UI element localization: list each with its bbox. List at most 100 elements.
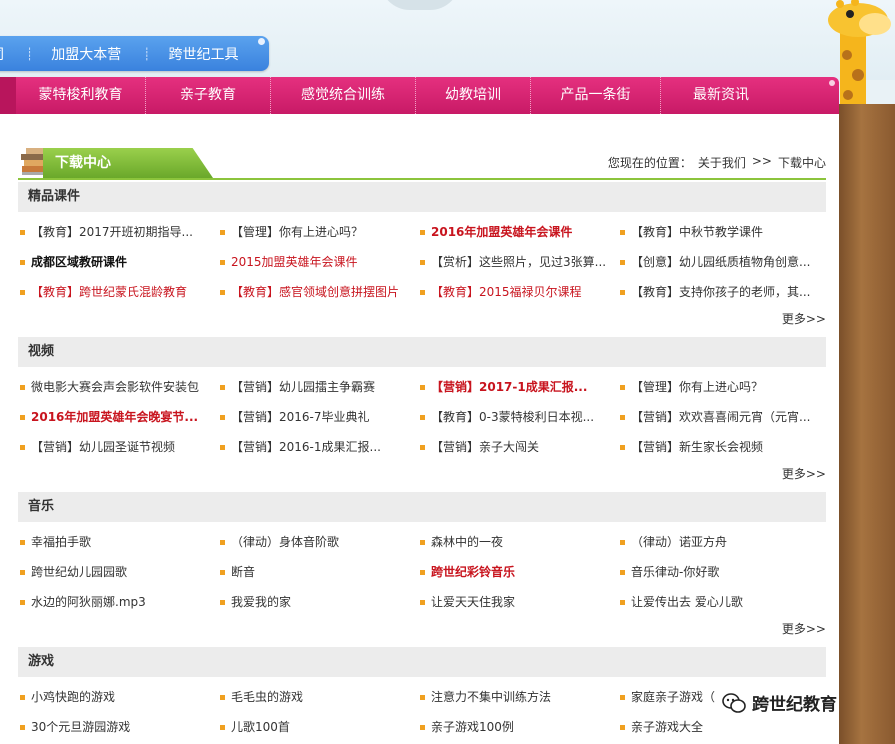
- list-item[interactable]: 跨世纪幼儿园园歌: [18, 557, 218, 587]
- list-item[interactable]: 【营销】欢欢喜喜闹元宵（元宵...: [618, 402, 826, 432]
- list-item-label: 【营销】幼儿园擂主争霸赛: [231, 380, 376, 394]
- top-nav-item-tools[interactable]: 跨世纪工具: [168, 44, 260, 64]
- list-item[interactable]: 断音: [218, 557, 418, 587]
- list-item[interactable]: 毛毛虫的游戏: [218, 682, 418, 712]
- main-nav-item-training[interactable]: 幼教培训: [416, 77, 531, 114]
- list-item-label: 【营销】新生家长会视频: [631, 440, 764, 454]
- list-item[interactable]: 【创意】幼儿园纸质植物角创意...: [618, 247, 826, 277]
- section-header: 视频: [18, 337, 826, 367]
- list-item[interactable]: 【教育】感官领域创意拼摆图片: [218, 277, 418, 307]
- list-item-label: 家庭亲子游戏（: [631, 690, 716, 704]
- list-item-label: 【营销】2016-7毕业典礼: [231, 410, 370, 424]
- bullet-icon: [620, 384, 625, 390]
- list-item[interactable]: 【教育】0-3蒙特梭利日本视...: [418, 402, 618, 432]
- list-item-label: 微电影大赛会声会影软件安装包: [31, 380, 200, 394]
- list-item-label: 小鸡快跑的游戏: [31, 690, 116, 704]
- list-item[interactable]: 亲子游戏大全: [618, 712, 826, 742]
- main-nav-item-parent-child[interactable]: 亲子教育: [146, 77, 271, 114]
- top-nav-item-franchise[interactable]: 加盟大本营: [51, 44, 143, 64]
- bullet-icon: [420, 289, 425, 295]
- list-item[interactable]: 2015加盟英雄年会课件: [218, 247, 418, 277]
- bullet-icon: [220, 569, 225, 575]
- list-item[interactable]: 森林中的一夜: [418, 527, 618, 557]
- list-item-label: 【创意】幼儿园纸质植物角创意...: [631, 255, 811, 269]
- list-item[interactable]: （律动）诺亚方舟: [618, 527, 826, 557]
- list-item[interactable]: 亲子游戏100例: [418, 712, 618, 742]
- list-item[interactable]: 音乐律动-你好歌: [618, 557, 826, 587]
- breadcrumb-link-about[interactable]: 关于我们: [698, 154, 746, 171]
- section-header: 精品课件: [18, 182, 826, 212]
- list-item[interactable]: 成都区域教研课件: [18, 247, 218, 277]
- list-item-label: 【教育】0-3蒙特梭利日本视...: [431, 410, 595, 424]
- list-item[interactable]: 【赏析】这些照片，见过3张算...: [418, 247, 618, 277]
- list-item[interactable]: 小鸡快跑的游戏: [18, 682, 218, 712]
- top-nav-separator: ┊: [26, 46, 34, 61]
- main-nav-item-news[interactable]: 最新资讯: [661, 77, 781, 114]
- list-item[interactable]: 【管理】你有上进心吗？: [618, 372, 826, 402]
- main-nav-item-products[interactable]: 产品一条街: [531, 77, 661, 114]
- list-item[interactable]: 【管理】你有上进心吗？: [218, 217, 418, 247]
- list-item[interactable]: 【营销】2016-7毕业典礼: [218, 402, 418, 432]
- list-item-label: 森林中的一夜: [431, 535, 504, 549]
- bullet-icon: [620, 229, 625, 235]
- bullet-icon: [620, 289, 625, 295]
- list-item[interactable]: 微电影大赛会声会影软件安装包: [18, 372, 218, 402]
- list-item[interactable]: 幸福拍手歌: [18, 527, 218, 557]
- list-item-label: 【管理】你有上进心吗？: [631, 380, 764, 394]
- list-item-label: 【营销】欢欢喜喜闹元宵（元宵...: [631, 410, 811, 424]
- top-nav-separator: ┊: [143, 46, 151, 61]
- bullet-icon: [620, 724, 625, 730]
- more-link[interactable]: 更多>>: [18, 462, 826, 486]
- list-item-label: （律动）诺亚方舟: [631, 535, 728, 549]
- list-item[interactable]: 【营销】新生家长会视频: [618, 432, 826, 462]
- list-item-label: 【教育】中秋节教学课件: [631, 225, 764, 239]
- list-item[interactable]: 【教育】支持你孩子的老师，其...: [618, 277, 826, 307]
- bullet-icon: [220, 229, 225, 235]
- more-link[interactable]: 更多>>: [18, 617, 826, 641]
- list-item[interactable]: 【营销】幼儿园擂主争霸赛: [218, 372, 418, 402]
- list-item[interactable]: 让爱传出去 爱心儿歌: [618, 587, 826, 617]
- list-item[interactable]: 2016年加盟英雄年会课件: [418, 217, 618, 247]
- bullet-icon: [620, 414, 625, 420]
- list-item-label: 跨世纪彩铃音乐: [431, 565, 516, 579]
- list-item[interactable]: 2016年加盟英雄年会晚宴节...: [18, 402, 218, 432]
- list-item-label: 亲子游戏大全: [631, 720, 704, 734]
- list-item[interactable]: （律动）身体音阶歌: [218, 527, 418, 557]
- list-item[interactable]: 【营销】幼儿园圣诞节视频: [18, 432, 218, 462]
- list-item[interactable]: 水边的阿狄丽娜.mp3: [18, 587, 218, 617]
- list-item[interactable]: 注意力不集中训练方法: [418, 682, 618, 712]
- list-item[interactable]: 【营销】2016-1成果汇报...: [218, 432, 418, 462]
- list-item-label: 【营销】幼儿园圣诞节视频: [31, 440, 176, 454]
- bullet-icon: [220, 694, 225, 700]
- list-item-label: 断音: [231, 565, 256, 579]
- list-item-label: 2016年加盟英雄年会课件: [431, 225, 573, 239]
- list-item[interactable]: 我爱我的家: [218, 587, 418, 617]
- list-item[interactable]: 30个元旦游园游戏: [18, 712, 218, 742]
- section-header: 音乐: [18, 492, 826, 522]
- list-item-label: 幸福拍手歌: [31, 535, 92, 549]
- list-item-label: 【赏析】这些照片，见过3张算...: [431, 255, 607, 269]
- list-item[interactable]: 跨世纪彩铃音乐: [418, 557, 618, 587]
- list-item[interactable]: 【营销】亲子大闯关: [418, 432, 618, 462]
- top-nav-bar: 同 ┊ 加盟大本营 ┊ 跨世纪工具: [0, 36, 269, 71]
- main-nav-item-montessori[interactable]: 蒙特梭利教育: [16, 77, 146, 114]
- more-link[interactable]: 更多>>: [18, 307, 826, 331]
- item-grid: 幸福拍手歌 （律动）身体音阶歌 森林中的一夜 （律动）诺亚方舟跨世纪幼儿园园歌 断音 跨世…: [18, 522, 826, 617]
- breadcrumb-prefix: 您现在的位置：: [607, 156, 692, 170]
- list-item[interactable]: 【教育】跨世纪蒙氏混龄教育: [18, 277, 218, 307]
- bullet-icon: [620, 694, 625, 700]
- list-item[interactable]: 【教育】2015福禄贝尔课程: [418, 277, 618, 307]
- list-item[interactable]: 【营销】2017-1成果汇报...: [418, 372, 618, 402]
- list-item[interactable]: 【教育】2017开班初期指导...: [18, 217, 218, 247]
- breadcrumb-separator: >>: [751, 154, 772, 168]
- main-nav-item-sensory[interactable]: 感觉统合训练: [271, 77, 416, 114]
- watermark-text: 跨世纪教育: [752, 695, 837, 715]
- list-item[interactable]: 让爱天天住我家: [418, 587, 618, 617]
- watermark: 跨世纪教育: [722, 690, 837, 715]
- section-games: 游戏 小鸡快跑的游戏 毛毛虫的游戏 注意力不集中训练方法 家庭亲子游戏（ 30个元旦游园…: [18, 647, 826, 742]
- list-item[interactable]: 【教育】中秋节教学课件: [618, 217, 826, 247]
- bullet-icon: [620, 599, 625, 605]
- list-item-label: 【营销】2017-1成果汇报...: [431, 380, 588, 394]
- top-nav-item-partial[interactable]: 同: [0, 44, 26, 64]
- list-item[interactable]: 儿歌100首: [218, 712, 418, 742]
